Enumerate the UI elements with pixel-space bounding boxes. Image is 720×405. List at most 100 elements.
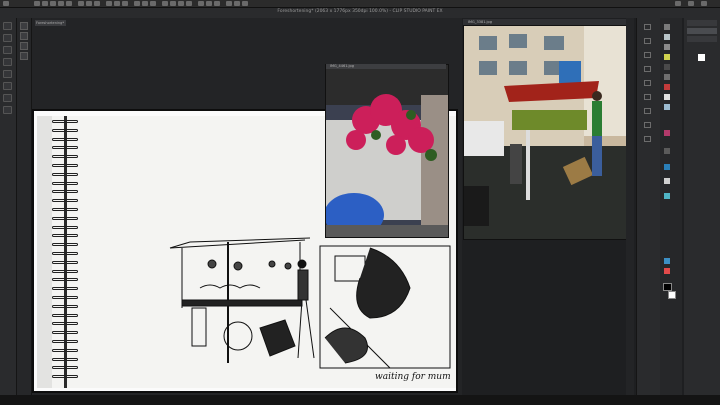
layer-row[interactable] xyxy=(687,20,717,26)
swatch[interactable] xyxy=(664,84,670,90)
binding-ring xyxy=(52,304,78,308)
panel-strip xyxy=(636,18,661,405)
move-tool-icon[interactable] xyxy=(3,70,12,78)
binding-ring xyxy=(52,155,78,159)
ruler-icon[interactable] xyxy=(134,1,140,6)
reference-photo-street-cart[interactable] xyxy=(463,25,628,240)
swatch[interactable] xyxy=(664,164,670,170)
redo-icon[interactable] xyxy=(66,1,72,6)
swatch[interactable] xyxy=(664,44,670,50)
swatch[interactable] xyxy=(664,268,670,274)
sub-tool-icon[interactable] xyxy=(20,42,28,50)
pressure-icon[interactable] xyxy=(214,1,220,6)
eyedropper-tool-icon[interactable] xyxy=(3,106,12,114)
stroke-icon[interactable] xyxy=(206,1,212,6)
new-file-icon[interactable] xyxy=(34,1,40,6)
selection-tool-icon[interactable] xyxy=(3,58,12,66)
binding-ring xyxy=(52,181,78,185)
navigator-icon[interactable] xyxy=(644,52,651,58)
sub-view-icon[interactable] xyxy=(644,122,651,128)
swatch[interactable] xyxy=(664,104,670,110)
layer-thumbnail[interactable] xyxy=(698,54,705,61)
swatch[interactable] xyxy=(664,34,670,40)
swatch[interactable] xyxy=(664,64,670,70)
swatch[interactable] xyxy=(664,193,670,199)
rotate-icon[interactable] xyxy=(186,1,192,6)
swatch[interactable] xyxy=(664,178,670,184)
material-icon[interactable] xyxy=(644,80,651,86)
transform-icon[interactable] xyxy=(94,1,100,6)
fit-icon[interactable] xyxy=(178,1,184,6)
binding-ring xyxy=(52,357,78,361)
binding-ring xyxy=(52,313,78,317)
close-icon[interactable] xyxy=(701,1,707,6)
zoom-out-icon[interactable] xyxy=(170,1,176,6)
maximize-icon[interactable] xyxy=(688,1,694,6)
brush-tool-icon[interactable] xyxy=(3,34,12,42)
brush-size-icon[interactable] xyxy=(644,108,651,114)
open-file-icon[interactable] xyxy=(42,1,48,6)
reference-photo-1-tab[interactable]: IMG_4461.jpg xyxy=(326,64,446,69)
save-icon[interactable] xyxy=(50,1,56,6)
snap-icon[interactable] xyxy=(142,1,148,6)
ink-sketch: waiting for mum xyxy=(169,237,451,382)
crop-icon[interactable] xyxy=(122,1,128,6)
settings-icon[interactable] xyxy=(242,1,248,6)
layer-panel xyxy=(684,18,720,405)
info-icon[interactable] xyxy=(644,136,651,142)
app-icon xyxy=(3,1,9,6)
sub-tool-icon[interactable] xyxy=(20,32,28,40)
binding-ring xyxy=(52,164,78,167)
binding-ring xyxy=(52,375,78,379)
window-title: Foreshortening* (2063 x 1776px 350dpi 10… xyxy=(277,9,443,14)
layer-row[interactable] xyxy=(687,28,717,34)
history-icon[interactable] xyxy=(644,66,651,72)
color-strip xyxy=(660,18,682,405)
binding-ring xyxy=(52,366,78,370)
color-icon[interactable] xyxy=(226,1,232,6)
swatch[interactable] xyxy=(664,148,670,154)
binding-ring xyxy=(52,331,78,335)
pen-tool-icon[interactable] xyxy=(3,22,12,30)
swatch[interactable] xyxy=(664,130,670,136)
fill-icon[interactable] xyxy=(86,1,92,6)
sub-tool-icon[interactable] xyxy=(20,22,28,30)
clear-icon[interactable] xyxy=(78,1,84,6)
layer-row[interactable] xyxy=(687,36,717,42)
binding-ring xyxy=(52,225,78,229)
invert-icon[interactable] xyxy=(114,1,120,6)
reference-photo-flowers[interactable] xyxy=(325,64,449,238)
layer-mode-icon[interactable] xyxy=(234,1,240,6)
sub-color-swatch[interactable] xyxy=(668,291,676,299)
main-color-swatch[interactable] xyxy=(663,283,672,291)
status-bar xyxy=(0,395,720,405)
swatch[interactable] xyxy=(664,54,670,60)
binding-ring xyxy=(52,137,78,141)
sketch-caption: waiting for mum xyxy=(375,372,451,382)
zoom-in-icon[interactable] xyxy=(162,1,168,6)
sub-tool-icon[interactable] xyxy=(20,52,28,60)
palette-icon[interactable] xyxy=(644,38,651,44)
binding-ring xyxy=(52,278,78,282)
binding-ring xyxy=(52,287,78,291)
swatch[interactable] xyxy=(664,258,670,264)
text-tool-icon[interactable] xyxy=(3,94,12,102)
document-tab[interactable]: Foreshortening* xyxy=(35,20,66,26)
deselect-icon[interactable] xyxy=(106,1,112,6)
swatch[interactable] xyxy=(664,94,670,100)
binding-ring xyxy=(52,260,78,264)
undo-icon[interactable] xyxy=(58,1,64,6)
property-icon[interactable] xyxy=(644,94,651,100)
grid-icon[interactable] xyxy=(150,1,156,6)
layer-icon[interactable] xyxy=(644,24,651,30)
fill-tool-icon[interactable] xyxy=(3,82,12,90)
binding-ring xyxy=(52,146,78,150)
minimize-icon[interactable] xyxy=(675,1,681,6)
binding-ring xyxy=(52,128,78,132)
swatch[interactable] xyxy=(664,24,670,30)
eraser-tool-icon[interactable] xyxy=(3,46,12,54)
swatch[interactable] xyxy=(664,74,670,80)
sub-tool-palette xyxy=(17,18,32,405)
flip-icon[interactable] xyxy=(198,1,204,6)
menu-bar xyxy=(0,0,720,8)
